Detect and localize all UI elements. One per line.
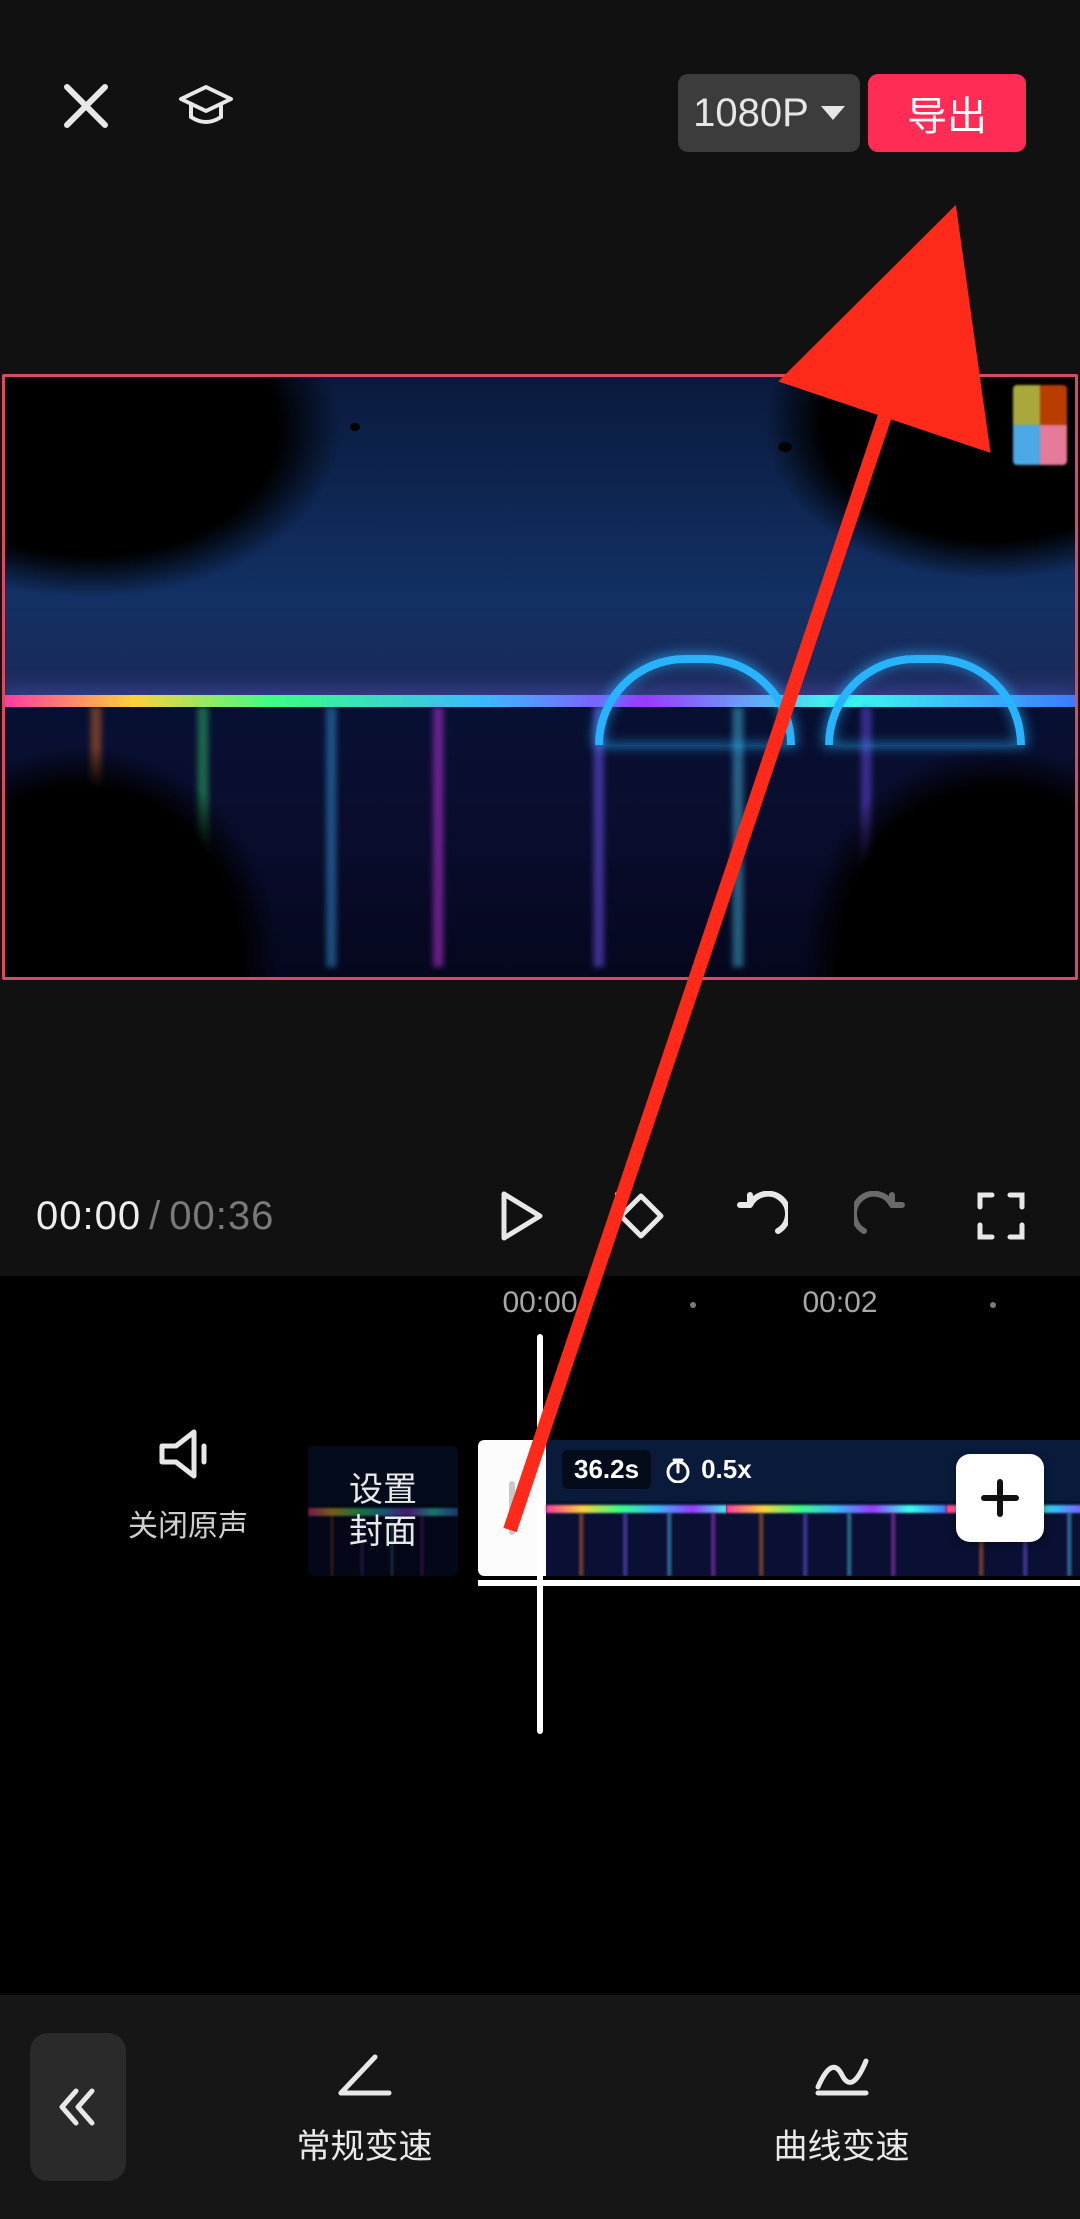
- close-button[interactable]: [58, 78, 114, 134]
- total-duration: 00:36: [169, 1194, 274, 1238]
- toolbar-back-button[interactable]: [30, 2033, 126, 2181]
- tutorial-button[interactable]: [176, 78, 236, 138]
- chevron-down-icon: [821, 106, 845, 120]
- redo-button[interactable]: [838, 1173, 924, 1259]
- preview-area: 00:00/00:36: [0, 200, 1080, 1276]
- set-cover-label: 设置 封面: [349, 1469, 417, 1553]
- graduation-cap-icon: [177, 83, 235, 133]
- top-bar: 1080P 导出: [0, 0, 1080, 200]
- mute-original-audio[interactable]: 关闭原声: [128, 1426, 248, 1545]
- clip-trim-handle-left[interactable]: [478, 1440, 546, 1576]
- resolution-label: 1080P: [693, 91, 809, 136]
- redo-icon: [854, 1191, 908, 1241]
- plus-icon: [978, 1476, 1022, 1520]
- export-label: 导出: [907, 84, 987, 142]
- set-cover-button[interactable]: 设置 封面: [308, 1446, 458, 1576]
- undo-icon: [734, 1191, 788, 1241]
- normal-speed-label: 常规变速: [297, 2119, 433, 2168]
- curve-speed-tool[interactable]: 曲线变速: [603, 2047, 1080, 2168]
- play-icon: [498, 1190, 544, 1242]
- preview-frame-image: [5, 377, 1075, 977]
- transport-bar: 00:00/00:36: [0, 1156, 1080, 1276]
- timeline-ruler: 00:00 00:02: [0, 1286, 1080, 1334]
- export-button[interactable]: 导出: [868, 74, 1026, 152]
- stopwatch-icon: [665, 1457, 691, 1483]
- bottom-toolbar: 常规变速 曲线变速: [0, 1995, 1080, 2219]
- mute-label: 关闭原声: [128, 1501, 248, 1545]
- ruler-tick: [990, 1302, 996, 1308]
- speaker-icon: [156, 1426, 220, 1482]
- current-time: 00:00: [36, 1194, 141, 1238]
- curve-speed-label: 曲线变速: [774, 2119, 910, 2168]
- play-button[interactable]: [478, 1173, 564, 1259]
- clip-selection-underline: [478, 1580, 1080, 1586]
- normal-speed-tool[interactable]: 常规变速: [126, 2047, 603, 2168]
- resolution-dropdown[interactable]: 1080P: [678, 74, 860, 152]
- video-preview[interactable]: [2, 374, 1078, 980]
- undo-button[interactable]: [718, 1173, 804, 1259]
- timeline[interactable]: 00:00 00:02 关闭原声 设置 封面 36.2s 0.5x: [0, 1276, 1080, 1995]
- curve-speed-icon: [812, 2047, 872, 2099]
- clip-duration-chip: 36.2s: [562, 1450, 651, 1489]
- clip-speed-chip: 0.5x: [665, 1450, 752, 1489]
- close-icon: [61, 81, 111, 131]
- chevrons-left-icon: [54, 2083, 102, 2131]
- ruler-mark: 00:02: [802, 1286, 877, 1320]
- preview-overlay-badge: [1013, 385, 1067, 465]
- time-display: 00:00/00:36: [36, 1194, 274, 1239]
- keyframe-button[interactable]: [598, 1173, 684, 1259]
- fullscreen-icon: [976, 1191, 1026, 1241]
- ruler-tick: [690, 1302, 696, 1308]
- add-clip-button[interactable]: [956, 1454, 1044, 1542]
- ruler-mark: 00:00: [502, 1286, 577, 1320]
- playhead[interactable]: [537, 1334, 543, 1734]
- fullscreen-button[interactable]: [958, 1173, 1044, 1259]
- normal-speed-icon: [335, 2047, 395, 2099]
- time-separator: /: [149, 1194, 161, 1238]
- add-keyframe-icon: [613, 1188, 669, 1244]
